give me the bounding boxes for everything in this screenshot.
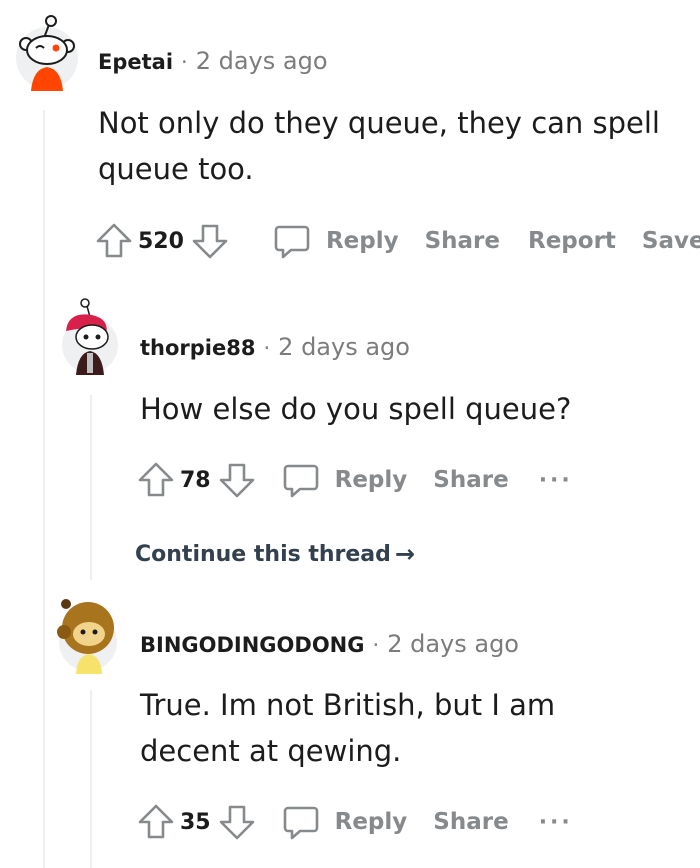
reply-label: Reply <box>325 228 399 254</box>
comment-actions-thorpie88: 78 Reply Share ··· <box>136 460 573 500</box>
reply-label: Reply <box>334 809 408 835</box>
share-button[interactable]: Share <box>433 467 508 493</box>
vote-score: 35 <box>180 809 211 835</box>
comment-body-line: decent at qewing. <box>140 734 402 768</box>
comment-timestamp[interactable]: 2 days ago <box>387 630 519 658</box>
avatar-thorpie88-image <box>62 298 118 375</box>
comment-meta-thorpie88: thorpie88 · 2 days ago <box>140 333 410 361</box>
meta-separator: · <box>181 50 188 74</box>
reply-label: Reply <box>334 467 408 493</box>
downvote-icon[interactable] <box>217 802 257 842</box>
comment-bubble-icon <box>283 806 318 840</box>
comment-timestamp[interactable]: 2 days ago <box>278 333 410 361</box>
comment-body-line: How else do you spell queue? <box>140 392 572 426</box>
comment-bubble-icon <box>274 225 310 259</box>
upvote-icon[interactable] <box>136 460 176 500</box>
thread-line-thorpie88[interactable] <box>90 395 92 580</box>
upvote-icon[interactable] <box>136 802 176 842</box>
avatar-bingodingodong[interactable] <box>56 594 120 674</box>
thread-line-root[interactable] <box>43 110 45 868</box>
continue-thread-label: Continue this thread <box>135 541 391 567</box>
continue-thread-link[interactable]: Continue this thread → <box>135 540 415 568</box>
comment-actions-bingodingodong: 35 Reply Share ··· <box>136 802 573 842</box>
avatar-bingodingodong-image <box>57 599 117 674</box>
comment-body-thorpie88: How else do you spell queue? <box>140 386 571 432</box>
more-options-icon[interactable]: ··· <box>539 468 573 493</box>
share-button[interactable]: Share <box>425 228 500 254</box>
author-name[interactable]: Epetai <box>98 50 173 74</box>
reply-button[interactable]: Reply <box>281 802 408 842</box>
comment-meta-epetai: Epetai · 2 days ago <box>98 47 328 75</box>
meta-separator: · <box>263 336 271 360</box>
share-button[interactable]: Share <box>433 809 508 835</box>
reply-button[interactable]: Reply <box>272 221 399 261</box>
more-options-icon[interactable]: ··· <box>539 810 573 835</box>
meta-separator: · <box>372 633 380 657</box>
comment-body-line: Not only do they queue, they can spell <box>98 106 660 140</box>
comment-body-line: queue too. <box>98 152 254 186</box>
downvote-icon[interactable] <box>190 221 230 261</box>
comment-timestamp[interactable]: 2 days ago <box>196 47 328 75</box>
comment-bubble-icon <box>283 464 318 498</box>
report-button[interactable]: Report <box>528 228 616 254</box>
avatar-thorpie88[interactable] <box>60 297 120 377</box>
upvote-icon[interactable] <box>94 221 134 261</box>
comment-body-epetai: Not only do they queue, they can spell q… <box>98 100 660 192</box>
comment-body-bingodingodong: True. Im not British, but I am decent at… <box>140 682 555 774</box>
vote-score: 78 <box>180 467 211 493</box>
thread-line-bingo[interactable] <box>90 690 92 868</box>
downvote-icon[interactable] <box>217 460 257 500</box>
vote-score: 520 <box>138 228 184 254</box>
save-button[interactable]: Save <box>642 228 700 254</box>
comment-actions-epetai: 520 Reply Share Report Save <box>94 221 700 261</box>
comment-meta-bingodingodong: BINGODINGODONG · 2 days ago <box>140 630 519 658</box>
author-name[interactable]: BINGODINGODONG <box>140 633 365 657</box>
comment-body-line: True. Im not British, but I am <box>140 688 556 722</box>
author-name[interactable]: thorpie88 <box>140 336 255 360</box>
reply-button[interactable]: Reply <box>281 460 408 500</box>
avatar-epetai[interactable] <box>14 12 80 92</box>
arrow-right-icon: → <box>394 540 416 568</box>
avatar-epetai-image <box>16 15 78 91</box>
